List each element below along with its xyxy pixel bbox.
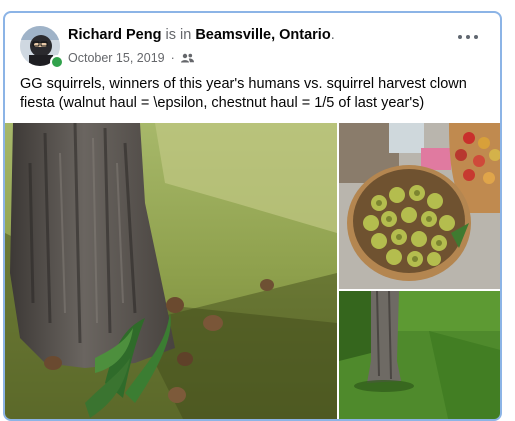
author-line: Richard Peng is in Beamsville, Ontario.	[68, 27, 335, 43]
more-dot	[458, 35, 462, 39]
friends-icon[interactable]	[180, 53, 194, 63]
post-date[interactable]: October 15, 2019	[68, 51, 165, 65]
author-name[interactable]: Richard Peng	[68, 27, 161, 43]
is-in-label: is in	[161, 27, 196, 43]
photo-chestnut-basket[interactable]	[339, 123, 500, 289]
post-card: Richard Peng is in Beamsville, Ontario. …	[3, 11, 502, 421]
more-dot	[474, 35, 478, 39]
photo-tree-walnuts[interactable]	[5, 123, 337, 419]
trailing-period: .	[330, 27, 335, 43]
photo-grid	[5, 123, 500, 419]
post-meta: October 15, 2019 ·	[68, 51, 194, 65]
post-text: GG squirrels, winners of this year's hum…	[20, 76, 467, 111]
post-header: Richard Peng is in Beamsville, Ontario. …	[5, 13, 500, 73]
photo-tree-field[interactable]	[339, 291, 500, 419]
meta-separator: ·	[170, 51, 175, 65]
location-link[interactable]: Beamsville, Ontario	[195, 27, 330, 43]
more-dot	[466, 35, 470, 39]
more-options-icon[interactable]	[458, 33, 478, 41]
online-status-dot	[50, 55, 64, 69]
